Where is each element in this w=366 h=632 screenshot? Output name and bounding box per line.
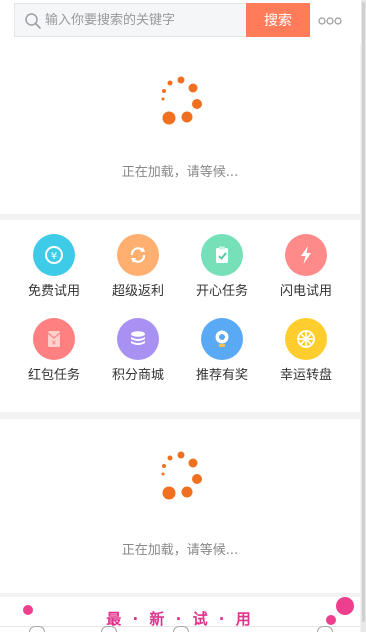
header-bar: 搜索 — [0, 0, 366, 44]
menu-item-label: 超级返利 — [111, 284, 164, 299]
svg-text:¥: ¥ — [51, 251, 57, 262]
menu-item-label: 幸运转盘 — [279, 368, 332, 383]
menu-item-label: 积分商城 — [111, 368, 164, 383]
search-input[interactable] — [45, 4, 245, 36]
menu-item-super-rebate[interactable]: 超级返利 — [96, 220, 180, 300]
menu-item-label: 推荐有奖 — [195, 368, 248, 383]
profile-tab-icon[interactable] — [317, 626, 333, 632]
loading-panel-top: 正在加载，请等候... — [0, 44, 360, 214]
search-box[interactable] — [14, 3, 246, 37]
menu-item-label: 开心任务 — [195, 284, 248, 299]
menu-item-label: 免费试用 — [27, 284, 80, 299]
category-tab-icon[interactable] — [101, 626, 117, 632]
menu-item-referral-reward[interactable]: 推荐有奖 — [180, 304, 264, 384]
more-icon[interactable] — [318, 16, 342, 26]
menu-item-points-mall[interactable]: 积分商城 — [96, 304, 180, 384]
menu-item-label: 闪电试用 — [279, 284, 332, 299]
menu-item-red-envelope-task[interactable]: ¥ 红包任务 — [12, 304, 96, 384]
discover-tab-icon[interactable] — [173, 626, 189, 632]
loading-spinner-icon — [161, 451, 202, 500]
clipboard-task-icon — [201, 234, 243, 276]
feature-menu: ¥ 免费试用 超级返利 开心任务 闪电试用 ¥ 红包任务 积分商城 推荐有奖 幸… — [0, 220, 360, 412]
menu-item-lucky-wheel[interactable]: 幸运转盘 — [264, 304, 348, 384]
loading-panel-bottom: 正在加载，请等候... — [0, 419, 360, 593]
rebate-icon — [117, 234, 159, 276]
svg-text:¥: ¥ — [52, 339, 56, 347]
search-icon — [25, 13, 41, 29]
lucky-wheel-icon — [285, 318, 327, 360]
loading-spinner-icon — [161, 76, 202, 125]
menu-item-happy-task[interactable]: 开心任务 — [180, 220, 264, 300]
scrollbar-thumb[interactable] — [362, 2, 365, 622]
menu-item-label: 红包任务 — [27, 368, 80, 383]
search-button[interactable]: 搜索 — [246, 3, 310, 37]
free-trial-icon: ¥ — [33, 234, 75, 276]
scrollbar[interactable] — [361, 0, 366, 632]
menu-item-free-trial[interactable]: ¥ 免费试用 — [12, 220, 96, 300]
red-envelope-icon: ¥ — [33, 318, 75, 360]
loading-text: 正在加载，请等候... — [121, 165, 239, 180]
menu-item-flash-trial[interactable]: 闪电试用 — [264, 220, 348, 300]
loading-text: 正在加载，请等候... — [121, 543, 239, 558]
home-tab-icon[interactable] — [29, 626, 45, 632]
recommend-icon — [201, 318, 243, 360]
lightning-icon — [285, 234, 327, 276]
coin-stack-icon — [117, 318, 159, 360]
